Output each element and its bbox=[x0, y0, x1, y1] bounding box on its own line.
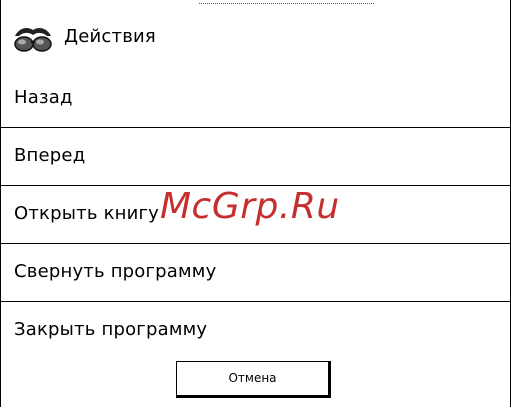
menu-item-close-app[interactable]: Закрыть программу bbox=[1, 302, 510, 359]
dialog-title: Действия bbox=[64, 26, 156, 47]
cancel-button[interactable]: Отмена bbox=[176, 361, 331, 398]
menu-item-forward[interactable]: Вперед bbox=[1, 128, 510, 186]
menu-item-minimize-app[interactable]: Свернуть программу bbox=[1, 244, 510, 302]
glasses-icon bbox=[13, 24, 53, 54]
cancel-button-label: Отмена bbox=[228, 371, 277, 385]
menu-item-label: Вперед bbox=[14, 145, 86, 166]
menu-item-back[interactable]: Назад bbox=[1, 70, 510, 128]
actions-menu: Назад Вперед Открыть книгу Свернуть прог… bbox=[1, 70, 510, 359]
menu-item-label: Назад bbox=[14, 87, 73, 108]
menu-item-label: Закрыть программу bbox=[14, 319, 208, 340]
menu-item-open-book[interactable]: Открыть книгу bbox=[1, 186, 510, 244]
actions-dialog: Действия Назад Вперед Открыть книгу Свер… bbox=[0, 0, 511, 407]
menu-item-label: Открыть книгу bbox=[14, 203, 160, 224]
menu-item-label: Свернуть программу bbox=[14, 261, 217, 282]
dialog-header: Действия bbox=[1, 0, 510, 70]
